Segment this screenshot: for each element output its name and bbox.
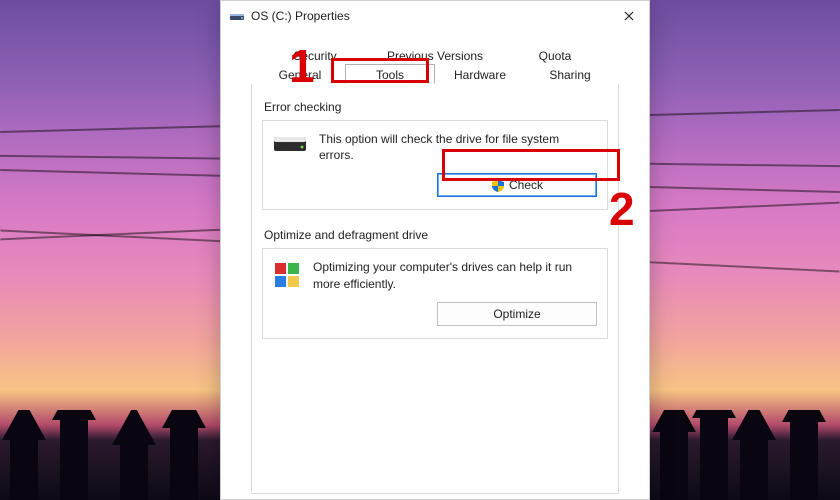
hard-drive-icon	[273, 133, 307, 155]
titlebar[interactable]: OS (C:) Properties	[221, 1, 649, 31]
section-title-error-checking: Error checking	[264, 100, 608, 114]
tab-content: Error checking This option will check th…	[251, 84, 619, 494]
optimize-button[interactable]: Optimize	[437, 302, 597, 326]
tab-previous-versions[interactable]: Previous Versions	[375, 45, 495, 65]
check-button-label: Check	[509, 174, 543, 196]
tab-strip: Security Previous Versions Quota General…	[221, 45, 649, 84]
tab-general[interactable]: General	[255, 64, 345, 84]
optimize-button-label: Optimize	[493, 303, 540, 325]
tab-tools[interactable]: Tools	[345, 64, 435, 84]
check-button[interactable]: Check	[437, 173, 597, 197]
uac-shield-icon	[491, 178, 505, 192]
tab-hardware[interactable]: Hardware	[435, 64, 525, 84]
window-title: OS (C:) Properties	[251, 9, 609, 23]
error-checking-description: This option will check the drive for fil…	[319, 131, 597, 163]
section-optimize: Optimize and defragment drive Optimizing…	[262, 228, 608, 338]
tab-security[interactable]: Security	[255, 45, 375, 65]
drive-icon	[229, 8, 245, 24]
close-button[interactable]	[609, 1, 649, 31]
tab-sharing[interactable]: Sharing	[525, 64, 615, 84]
defragment-icon	[273, 261, 301, 289]
optimize-description: Optimizing your computer's drives can he…	[313, 259, 597, 291]
properties-dialog: OS (C:) Properties Security Previous Ver…	[220, 0, 650, 500]
section-title-optimize: Optimize and defragment drive	[264, 228, 608, 242]
tab-quota[interactable]: Quota	[495, 45, 615, 65]
section-error-checking: Error checking This option will check th…	[262, 100, 608, 210]
